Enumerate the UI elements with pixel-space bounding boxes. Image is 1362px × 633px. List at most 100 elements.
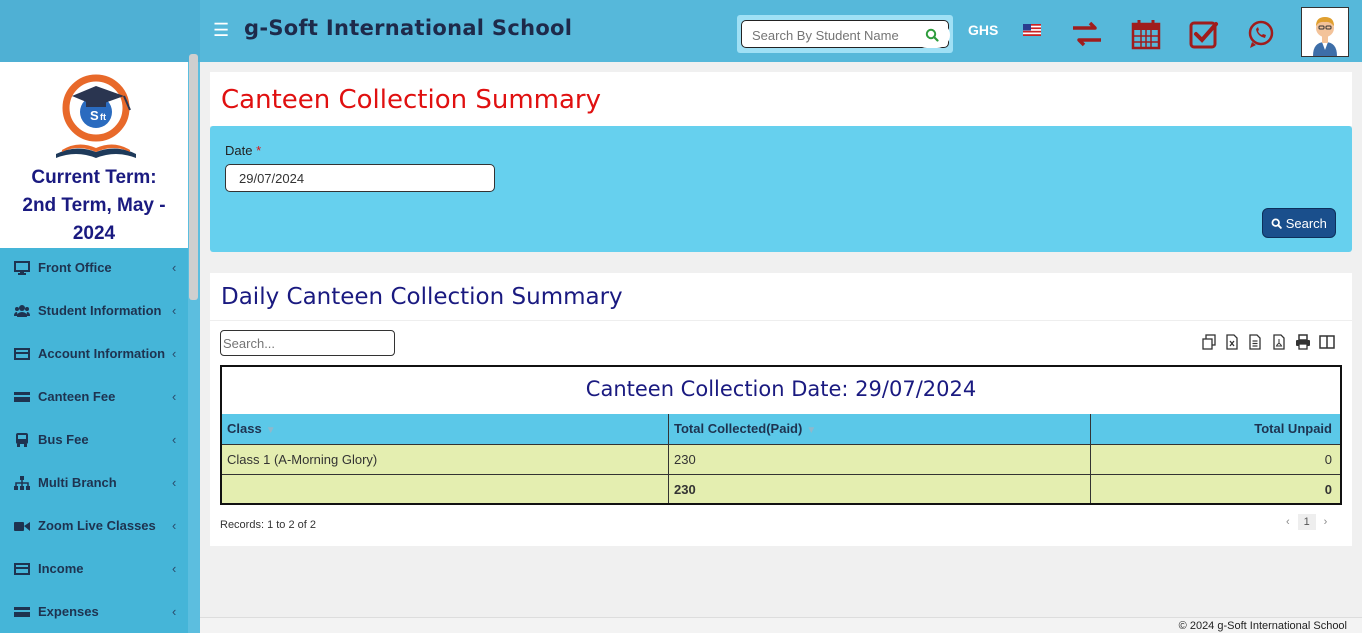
page-title-box: Canteen Collection Summary [210, 72, 1352, 126]
footer-text: © 2024 g-Soft International School [1178, 620, 1347, 632]
sidebar-item-student-information[interactable]: Student Information ‹ [0, 291, 188, 334]
chevron-left-icon: ‹ [172, 432, 177, 447]
column-header-total-unpaid[interactable]: Total Unpaid [1091, 414, 1340, 444]
sidebar-item-label: Multi Branch [38, 475, 117, 490]
credit-card-icon [14, 392, 30, 402]
chevron-left-icon: ‹ [172, 303, 177, 318]
date-input[interactable] [225, 164, 495, 192]
total-unpaid: 0 [1324, 482, 1332, 497]
collection-table: Canteen Collection Date: 29/07/2024 Clas… [220, 365, 1342, 505]
columns-icon[interactable] [1319, 334, 1335, 350]
search-icon [925, 28, 939, 42]
table-header: Class ▼ Total Collected(Paid) ▼ Total Unpa… [222, 414, 1340, 444]
card-icon [14, 348, 30, 360]
cell-class: Class 1 (A-Morning Glory) [222, 445, 669, 474]
sort-icon: ▼ [265, 425, 276, 436]
chevron-left-icon: ‹ [172, 389, 177, 404]
cell-total-collected: 230 [669, 445, 1091, 474]
top-navbar: ☰ g-Soft International School GHS [0, 0, 1362, 62]
users-icon [14, 305, 30, 317]
transfer-icon[interactable] [1071, 18, 1103, 50]
current-term: Current Term: 2nd Term, May - 2024 [0, 164, 188, 248]
pager-next[interactable]: › [1324, 516, 1328, 528]
checkbox-icon[interactable] [1188, 18, 1220, 50]
svg-text:S: S [90, 108, 99, 123]
student-search-button[interactable] [914, 22, 950, 48]
table-search-input[interactable] [220, 330, 395, 356]
term-line-3: 2024 [72, 223, 116, 244]
report-title: Daily Canteen Collection Summary [221, 284, 623, 310]
term-line-1: Current Term: [31, 167, 157, 188]
sidebar-brand: S ft Current Term: 2nd Term, May - 2024 [0, 62, 188, 248]
sidebar-item-bus-fee[interactable]: Bus Fee ‹ [0, 420, 188, 463]
user-avatar[interactable] [1301, 7, 1349, 57]
sidebar-item-label: Account Information [38, 346, 166, 361]
table-totals-row: 230 0 [222, 474, 1340, 503]
student-search-box [741, 20, 950, 48]
total-class [222, 475, 669, 503]
required-mark: * [256, 143, 262, 158]
sitemap-icon [14, 476, 30, 490]
sidebar-item-income[interactable]: Income ‹ [0, 549, 188, 592]
print-icon[interactable] [1295, 334, 1311, 350]
sidebar-item-zoom-live-classes[interactable]: Zoom Live Classes ‹ [0, 506, 188, 549]
cell-total-unpaid: 0 [1324, 452, 1332, 467]
table-caption: Canteen Collection Date: 29/07/2024 [585, 377, 977, 401]
sidebar-item-front-office[interactable]: Front Office ‹ [0, 248, 188, 291]
excel-icon[interactable] [1224, 334, 1240, 350]
records-info: Records: 1 to 2 of 2 [220, 519, 316, 531]
pdf-icon[interactable] [1271, 334, 1287, 350]
user-avatar-icon [1313, 17, 1337, 56]
filter-panel: Date * Search [210, 126, 1352, 252]
table-row: Class 1 (A-Morning Glory) 230 0 [222, 444, 1340, 474]
whatsapp-icon[interactable] [1245, 18, 1277, 50]
sort-icon: ▼ [806, 425, 817, 436]
chevron-left-icon: ‹ [172, 346, 177, 361]
student-search-input[interactable] [752, 25, 902, 45]
csv-icon[interactable] [1247, 334, 1263, 350]
date-label: Date * [225, 143, 261, 158]
school-title[interactable]: g-Soft International School [244, 16, 572, 40]
currency-selector[interactable]: GHS [968, 22, 998, 38]
column-header-total-collected[interactable]: Total Collected(Paid) ▼ [669, 414, 1091, 444]
total-collected: 230 [669, 475, 1091, 503]
sidebar-item-label: Canteen Fee [38, 389, 116, 404]
report-box: Daily Canteen Collection Summary Canteen… [210, 273, 1352, 546]
sidebar-item-label: Income [38, 561, 84, 576]
chevron-left-icon: ‹ [172, 260, 177, 275]
pager-page-1[interactable]: 1 [1297, 514, 1316, 530]
sidebar-item-label: Front Office [38, 260, 112, 275]
us-flag-icon[interactable] [1023, 24, 1041, 36]
column-header-label: Total Unpaid [1254, 421, 1332, 436]
search-button-label: Search [1285, 215, 1327, 231]
svg-text:ft: ft [100, 112, 106, 122]
sidebar-item-account-information[interactable]: Account Information ‹ [0, 334, 188, 377]
chevron-left-icon: ‹ [172, 518, 177, 533]
calendar-icon[interactable] [1130, 18, 1162, 50]
sidebar-item-multi-branch[interactable]: Multi Branch ‹ [0, 463, 188, 506]
school-logo[interactable]: S ft [50, 68, 142, 162]
monitor-icon [14, 261, 30, 275]
column-header-class[interactable]: Class ▼ [222, 414, 669, 444]
report-divider [210, 320, 1352, 321]
sidebar-item-label: Expenses [38, 604, 99, 619]
page-title: Canteen Collection Summary [221, 85, 602, 115]
student-search-wrap [737, 15, 953, 53]
sidebar-item-canteen-fee[interactable]: Canteen Fee ‹ [0, 377, 188, 420]
sidebar-item-label: Student Information [38, 303, 162, 318]
sidebar-item-expenses[interactable]: Expenses ‹ [0, 592, 188, 633]
sidebar-item-label: Bus Fee [38, 432, 89, 447]
chevron-left-icon: ‹ [172, 561, 177, 576]
video-icon [14, 522, 30, 531]
sidebar: S ft Current Term: 2nd Term, May - 2024 … [0, 54, 200, 633]
chevron-left-icon: ‹ [172, 475, 177, 490]
navbar-left-area [0, 0, 200, 62]
pager-prev[interactable]: ‹ [1286, 516, 1290, 528]
sidebar-item-label: Zoom Live Classes [38, 518, 156, 533]
search-button[interactable]: Search [1262, 208, 1336, 238]
hamburger-icon[interactable]: ☰ [213, 20, 229, 40]
copy-icon[interactable] [1201, 334, 1217, 350]
column-header-label: Class [227, 421, 262, 436]
sidebar-scrollbar-thumb[interactable] [189, 54, 198, 300]
term-line-2: 2nd Term, May - [22, 195, 166, 216]
